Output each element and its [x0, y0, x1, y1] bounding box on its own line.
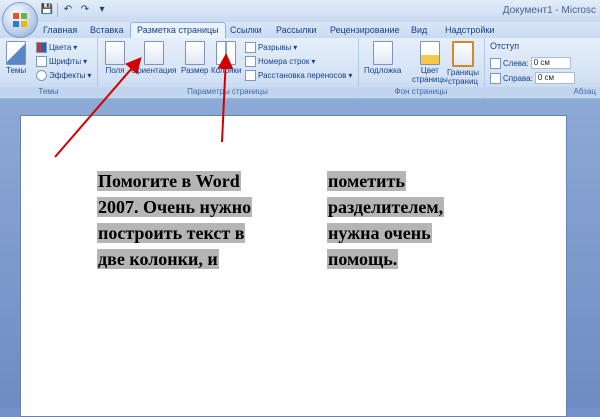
annotation-arrows [54, 53, 234, 158]
office-logo-icon [13, 13, 27, 27]
arrow-to-columns-button [217, 53, 234, 143]
arrow-to-page-layout-tab [54, 56, 142, 158]
office-button[interactable] [2, 2, 38, 38]
